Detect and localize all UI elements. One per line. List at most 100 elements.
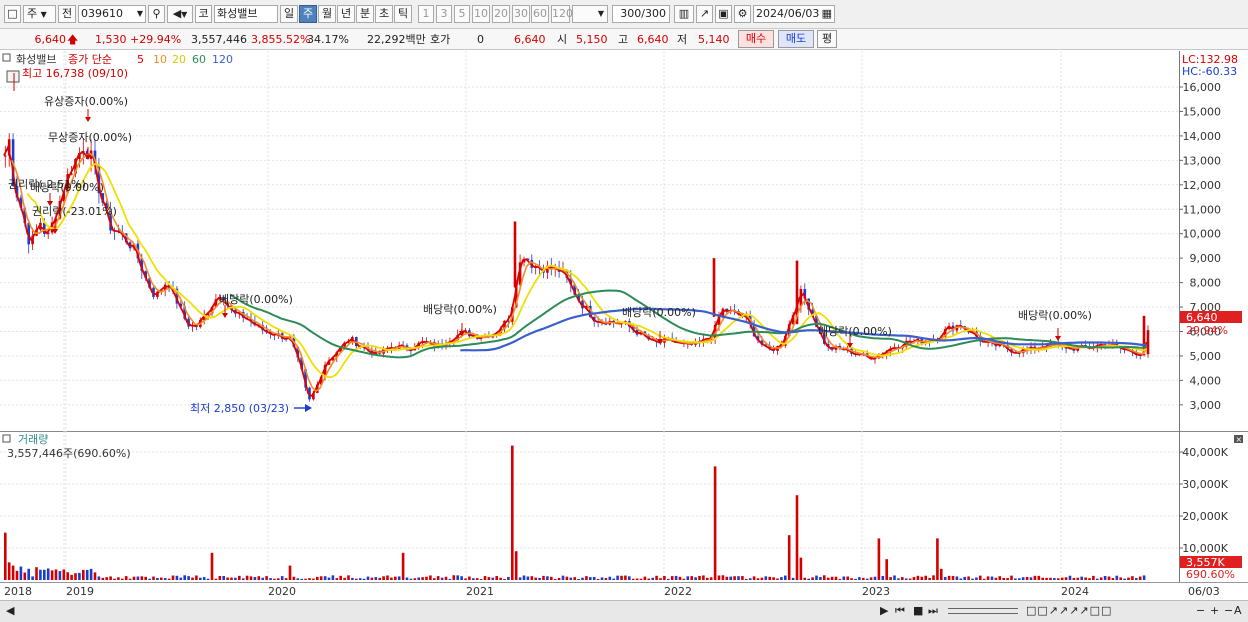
scroll-left-icon[interactable]: ◀ [6,604,14,617]
volume-title: 거래량 [18,433,48,446]
volume-y-tick: 20,000K [1182,510,1228,523]
chevron-down-icon: ▼ [597,9,604,18]
interval-button[interactable]: 120 [551,5,573,23]
event-label: 배당락(0.00%) [219,293,293,306]
event-label: 배당락(0.00%) [30,181,104,194]
interval-button[interactable]: 10 [472,5,490,23]
mode-select[interactable]: 주 ▼ [23,5,56,23]
stop-icon[interactable]: ■ [913,604,923,617]
scroll-right-icon[interactable]: ▶ [880,604,888,617]
price-y-tick: 5,000 [1190,350,1222,363]
high-note: 최고 16,738 (09/10) [22,67,128,80]
turnover-pct: 34.17% [307,33,349,46]
interval-button[interactable]: 30 [512,5,530,23]
window-icon[interactable]: □ [4,5,21,23]
interval-dropdown[interactable]: ▼ [572,5,608,23]
x-label-2021: 2021 [466,585,494,598]
speaker-icon[interactable]: ◀▼ [167,5,193,23]
time-axis: 2018 2019 2020 2021 2022 2023 2024 06/03 [0,582,1248,601]
chart-scrollbar[interactable]: ◀ ▶ ⏮ ■ ⏭ □□↗↗↗↗□□ − + − A [0,600,1248,622]
gear-icon[interactable]: ⚙ [734,5,751,23]
x-label-2018: 2018 [4,585,32,598]
date-input[interactable]: 2024/06/03 ▦ [753,5,835,23]
volume-summary: 3,557,446주(690.60%) [7,447,131,460]
period-tab[interactable]: 주 [299,5,317,23]
last-page-icon[interactable]: ⏭ [928,604,938,618]
sell-button[interactable]: 매도 [778,30,814,48]
x-label-last-date: 06/03 [1188,585,1220,598]
period-tab[interactable]: 년 [337,5,355,23]
price-change: 1,530 [95,33,127,46]
hc-label: HC:-60.33 [1182,65,1237,78]
zoom-in-icon[interactable]: + [1210,604,1219,617]
price-y-tick: 4,000 [1190,374,1222,387]
ma5-legend: 5 [137,53,144,66]
price-y-tick: 9,000 [1190,252,1222,265]
ma60-legend: 60 [192,53,206,66]
interval-button[interactable]: 5 [454,5,470,23]
search-icon[interactable]: ⚲ [148,5,165,23]
stock-name-field[interactable]: 화성밸브 [214,5,278,23]
interval-button[interactable]: 3 [436,5,452,23]
high-label: 고 [618,33,629,46]
low-price: 5,140 [698,33,730,46]
type-button[interactable]: 코 [195,5,212,23]
buy-button[interactable]: 매수 [738,30,774,48]
count-input[interactable]: 300/300 [612,5,670,23]
event-label: 무상증자(0.00%) [48,131,132,144]
stock-name-label: 화성밸브 [16,53,56,66]
period-tab[interactable]: 분 [356,5,374,23]
save-icon[interactable]: ▣ [715,5,732,23]
event-label: 배당락(0.00%) [818,325,892,338]
chart-toolbar: □ 주 ▼ 전 039610 ▼ ⚲ ◀▼ 코 화성밸브 일주월년분초틱 1351… [0,0,1248,29]
drawing-tools-icons[interactable]: □□↗↗↗↗□□ [1026,604,1112,617]
period-tab[interactable]: 틱 [394,5,412,23]
code-input[interactable]: 039610 ▼ [78,5,146,23]
price-y-tick: 11,000 [1183,203,1222,216]
first-page-icon[interactable]: ⏮ [895,604,905,618]
minus-icon[interactable]: − [1224,604,1233,617]
font-size-icon[interactable]: A [1234,604,1242,617]
volume-value: 3,557,446 [191,33,247,46]
chevron-down-icon: ▼ [136,9,143,18]
line-tool-icon[interactable]: ↗ [696,5,713,23]
event-label: 배당락(0.00%) [622,306,696,319]
event-label: 배당락(0.00%) [1018,309,1092,322]
x-label-2020: 2020 [268,585,296,598]
x-label-2022: 2022 [664,585,692,598]
price-y-tick: 16,000 [1183,81,1222,94]
volume-chart[interactable]: 40,000K 30,000K 20,000K 10,000K 거래량 3,557,4… [0,431,1248,582]
hoga-value: 0 [477,33,484,46]
event-label: 권리락(-23.01%) [32,205,117,218]
period-tab[interactable]: 초 [375,5,393,23]
svg-text:×: × [1236,435,1243,444]
trade-amount: 22,292백만 [367,33,426,46]
interval-button[interactable]: 60 [531,5,549,23]
hoga-price: 6,640 [514,33,546,46]
price-y-tick: 10,000 [1183,228,1222,241]
ma20-legend: 20 [172,53,186,66]
volume-y-tick: 10,000K [1182,542,1228,555]
interval-button[interactable]: 20 [492,5,510,23]
prev-button[interactable]: 전 [58,5,76,23]
last-price-label: 6,640 [1186,311,1218,324]
price-y-tick: 12,000 [1183,179,1222,192]
ma120-legend: 120 [212,53,233,66]
zoom-slider[interactable] [948,608,1018,614]
hoga-label: 호가 [430,33,451,46]
interval-button[interactable]: 1 [418,5,434,23]
volume-ratio: 3,855.52% [251,33,311,46]
eval-button[interactable]: 평 [817,30,837,48]
candle-icon[interactable]: ▥ [674,5,694,23]
zoom-out-icon[interactable]: − [1196,604,1205,617]
price-chart[interactable]: 16,000 15,000 14,000 13,000 12,000 11,000 10,0… [0,51,1248,431]
period-tab[interactable]: 일 [280,5,298,23]
up-arrow-icon: 🡅 [67,33,79,46]
high-price: 6,640 [637,33,669,46]
period-tab[interactable]: 월 [318,5,336,23]
ma10-legend: 10 [153,53,167,66]
price-change-pct: +29.94% [130,33,182,46]
open-label: 시 [557,33,568,46]
grid-toggle-icon[interactable] [6,70,20,83]
price-y-tick: 8,000 [1190,277,1222,290]
